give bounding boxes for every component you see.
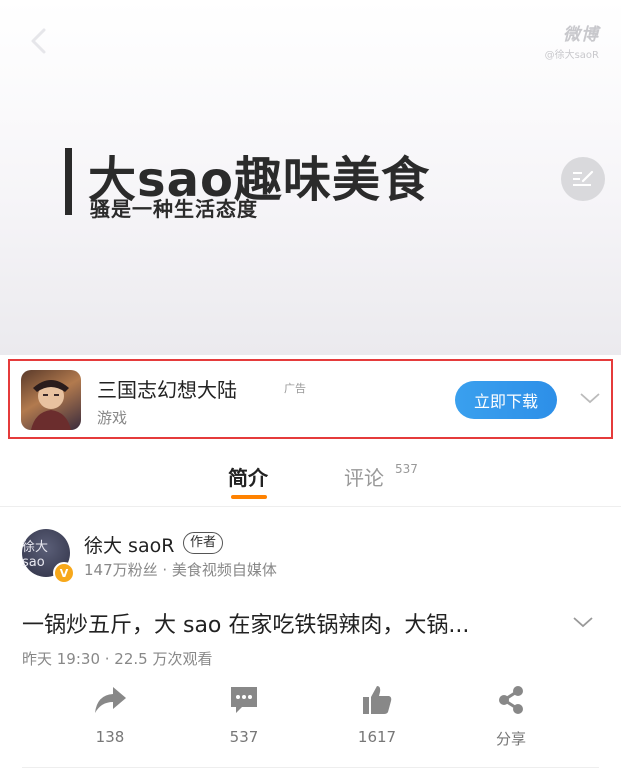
repost-button[interactable]: 138 bbox=[70, 684, 150, 746]
expand-chevron-icon[interactable] bbox=[572, 614, 594, 628]
watermark-logo: 微博 bbox=[563, 25, 599, 45]
ad-category: 游戏 bbox=[97, 409, 128, 427]
video-brand-subtitle: 骚是一种生活态度 bbox=[90, 197, 258, 221]
danmu-toggle-icon[interactable] bbox=[561, 157, 605, 201]
weibo-watermark: 微博 @徐大saoR bbox=[545, 20, 599, 61]
like-button[interactable]: 1617 bbox=[337, 684, 417, 746]
watermark-user: @徐大saoR bbox=[544, 50, 599, 61]
share-label: 分享 bbox=[495, 730, 526, 748]
author-meta: 147万粉丝 · 美食视频自媒体 bbox=[84, 561, 277, 579]
ad-banner[interactable]: 三国志幻想大陆 广告 游戏 立即下载 bbox=[8, 359, 613, 439]
ad-tag: 广告 bbox=[284, 382, 306, 395]
comment-icon bbox=[231, 687, 257, 713]
active-tab-indicator bbox=[231, 495, 267, 499]
download-button[interactable]: 立即下载 bbox=[455, 381, 557, 419]
content-tabs: 简介 评论 537 bbox=[0, 440, 621, 507]
share-button[interactable]: 分享 bbox=[471, 684, 551, 749]
back-arrow-icon[interactable] bbox=[26, 27, 52, 55]
game-app-icon[interactable] bbox=[21, 370, 81, 430]
chevron-down-icon[interactable] bbox=[579, 390, 601, 404]
post-title: 一锅炒五斤，大 sao 在家吃铁锅辣肉，大锅... bbox=[22, 613, 470, 638]
author-badge: 作者 bbox=[183, 532, 224, 554]
tab-comments-count: 537 bbox=[395, 462, 418, 476]
post-meta: 昨天 19:30 · 22.5 万次观看 bbox=[22, 650, 213, 668]
verified-badge-icon: V bbox=[53, 562, 75, 584]
ad-title[interactable]: 三国志幻想大陆 bbox=[97, 374, 237, 403]
divider bbox=[22, 767, 599, 768]
tab-intro[interactable]: 简介 bbox=[228, 462, 268, 491]
tab-comments[interactable]: 评论 bbox=[344, 462, 384, 491]
comment-button[interactable]: 537 bbox=[204, 684, 284, 746]
repost-count: 138 bbox=[95, 728, 125, 746]
share-nodes-icon bbox=[499, 686, 523, 714]
like-count: 1617 bbox=[357, 728, 397, 746]
share-arrow-icon bbox=[95, 687, 126, 713]
author-name[interactable]: 徐大 saoR bbox=[84, 531, 174, 558]
comment-count: 537 bbox=[229, 728, 259, 746]
brand-bar bbox=[65, 148, 72, 215]
thumbs-up-icon bbox=[363, 686, 392, 714]
video-player[interactable]: 微博 @徐大saoR 大sao趣味美食 骚是一种生活态度 bbox=[0, 0, 621, 355]
